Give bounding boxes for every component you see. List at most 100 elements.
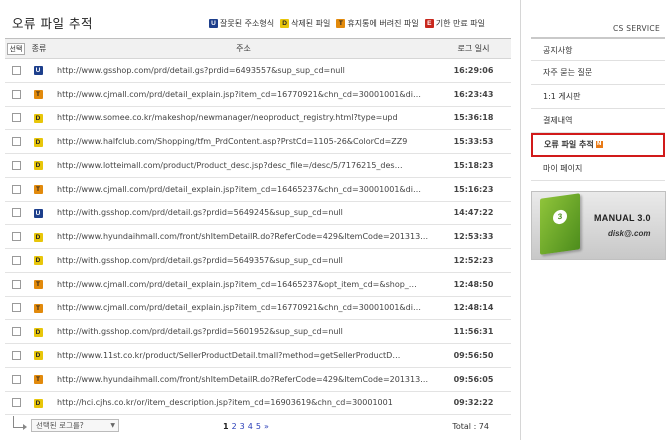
main-content: 오류 파일 추적 U 잘못된 주소형식 D 삭제된 파일 T 휴지통에 버려진 파일 … bbox=[0, 0, 520, 440]
page-link[interactable]: 5 bbox=[256, 422, 261, 431]
legend-item-invalid: U 잘못된 주소형식 bbox=[209, 18, 274, 29]
row-url[interactable]: http://www.hyundaihmall.com/front/shItem… bbox=[51, 224, 436, 249]
selected-log-action-select[interactable]: 선택된 로그를? ▼ bbox=[31, 419, 119, 432]
file-status-badge-icon: D bbox=[33, 256, 43, 266]
table-row[interactable]: Thttp://www.cjmall.com/prd/detail_explai… bbox=[5, 177, 511, 202]
row-url[interactable]: http://with.gsshop.com/prd/detail.gs?prd… bbox=[51, 201, 436, 226]
row-log-time: 15:36:18 bbox=[436, 106, 511, 131]
sidebar-item-label: 결제내역 bbox=[543, 116, 573, 125]
row-url[interactable]: http://with.gsshop.com/prd/detail.gs?prd… bbox=[51, 248, 436, 273]
file-status-badge-icon: D bbox=[33, 232, 43, 242]
row-checkbox[interactable] bbox=[11, 374, 21, 384]
row-select-cell bbox=[5, 319, 27, 344]
row-type-cell: D bbox=[27, 129, 51, 154]
table-body: Uhttp://www.gsshop.com/prd/detail.gs?prd… bbox=[5, 58, 511, 416]
sidebar-item-notice[interactable]: 공지사항 bbox=[531, 37, 665, 61]
table-footer: 선택된 로그를? ▼ 1 2 3 4 5» Total : 74 bbox=[5, 416, 511, 438]
file-status-badge-icon: T bbox=[33, 90, 43, 100]
table-row[interactable]: Uhttp://with.gsshop.com/prd/detail.gs?pr… bbox=[5, 201, 511, 226]
row-type-cell: T bbox=[27, 177, 51, 202]
page-title: 오류 파일 추적 bbox=[12, 16, 93, 31]
sidebar-title: CS SERVICE bbox=[612, 24, 660, 33]
row-type-cell: D bbox=[27, 248, 51, 273]
row-select-cell bbox=[5, 129, 27, 154]
table-row[interactable]: Dhttp://www.hyundaihmall.com/front/shIte… bbox=[5, 224, 511, 249]
table-row[interactable]: Thttp://www.cjmall.com/prd/detail_explai… bbox=[5, 82, 511, 107]
table-row[interactable]: Dhttp://www.lotteimall.com/product/Produ… bbox=[5, 153, 511, 178]
row-log-time: 09:56:05 bbox=[436, 367, 511, 392]
legend-item-expired: E 기한 만료 파일 bbox=[424, 18, 485, 29]
sidebar-item-qna-board[interactable]: 1:1 게시판 bbox=[531, 85, 665, 109]
deleted-file-badge-icon: D bbox=[280, 18, 290, 28]
row-url[interactable]: http://www.cjmall.com/prd/detail_explain… bbox=[51, 177, 436, 202]
file-status-badge-icon: U bbox=[33, 66, 43, 76]
row-log-time: 15:16:23 bbox=[436, 177, 511, 202]
row-checkbox[interactable] bbox=[11, 398, 21, 408]
row-checkbox[interactable] bbox=[11, 65, 21, 75]
row-log-time: 09:32:22 bbox=[436, 391, 511, 416]
page-link[interactable]: 2 bbox=[232, 422, 237, 431]
file-status-badge-icon: T bbox=[33, 375, 43, 385]
file-status-badge-icon: D bbox=[33, 113, 43, 123]
table-row[interactable]: Dhttp://hci.cjhs.co.kr/or/item_descripti… bbox=[5, 391, 511, 416]
row-url[interactable]: http://www.lotteimall.com/product/Produc… bbox=[51, 153, 436, 178]
row-checkbox[interactable] bbox=[11, 303, 21, 313]
row-checkbox[interactable] bbox=[11, 89, 21, 99]
row-checkbox[interactable] bbox=[11, 184, 21, 194]
row-url[interactable]: http://www.cjmall.com/prd/detail_explain… bbox=[51, 82, 436, 107]
row-url[interactable]: http://www.gsshop.com/prd/detail.gs?prdi… bbox=[51, 58, 436, 83]
row-type-cell: D bbox=[27, 153, 51, 178]
next-page-link[interactable]: » bbox=[264, 422, 269, 431]
sidebar-item-faq[interactable]: 자주 묻는 질문 bbox=[531, 61, 665, 85]
select-all-header[interactable]: 선택 bbox=[5, 38, 27, 59]
row-url[interactable]: http://www.11st.co.kr/product/SellerProd… bbox=[51, 343, 436, 368]
row-checkbox[interactable] bbox=[11, 113, 21, 123]
page-link[interactable]: 3 bbox=[240, 422, 245, 431]
table-row[interactable]: Thttp://www.cjmall.com/prd/detail_explai… bbox=[5, 296, 511, 321]
row-url[interactable]: http://www.somee.co.kr/makeshop/newmanag… bbox=[51, 106, 436, 131]
legend-label: 삭제된 파일 bbox=[291, 18, 331, 28]
row-checkbox[interactable] bbox=[11, 350, 21, 360]
row-checkbox[interactable] bbox=[11, 279, 21, 289]
row-checkbox[interactable] bbox=[11, 255, 21, 265]
row-url[interactable]: http://www.cjmall.com/prd/detail_explain… bbox=[51, 272, 436, 297]
row-select-cell bbox=[5, 248, 27, 273]
table-row[interactable]: Dhttp://www.halfclub.com/Shopping/tfm_Pr… bbox=[5, 129, 511, 154]
total-count: Total : 74 bbox=[452, 422, 489, 431]
sidebar-item-error-file-tracking[interactable]: 오류 파일 추적 N bbox=[531, 133, 665, 157]
row-url[interactable]: http://hci.cjhs.co.kr/or/item_descriptio… bbox=[51, 391, 436, 416]
table-row[interactable]: Dhttp://www.11st.co.kr/product/SellerPro… bbox=[5, 343, 511, 368]
table-row[interactable]: Dhttp://www.somee.co.kr/makeshop/newmana… bbox=[5, 106, 511, 131]
row-select-cell bbox=[5, 58, 27, 83]
table-row[interactable]: Uhttp://www.gsshop.com/prd/detail.gs?prd… bbox=[5, 58, 511, 83]
disk-brand-logo: disk@.com bbox=[608, 229, 651, 238]
invalid-address-badge-icon: U bbox=[209, 18, 218, 28]
page-link[interactable]: 4 bbox=[248, 422, 253, 431]
select-all-button[interactable]: 선택 bbox=[6, 42, 26, 55]
legend-label: 기한 만료 파일 bbox=[435, 18, 485, 28]
sidebar-item-payment-history[interactable]: 결제내역 bbox=[531, 109, 665, 133]
row-checkbox[interactable] bbox=[11, 160, 21, 170]
row-url[interactable]: http://www.hyundaihmall.com/front/shItem… bbox=[51, 367, 436, 392]
sidebar-item-my-page[interactable]: 마이 페이지 bbox=[531, 157, 665, 181]
page-link[interactable]: 1 bbox=[223, 422, 229, 431]
table-row[interactable]: Thttp://www.hyundaihmall.com/front/shIte… bbox=[5, 367, 511, 392]
row-url[interactable]: http://www.cjmall.com/prd/detail_explain… bbox=[51, 296, 436, 321]
row-checkbox[interactable] bbox=[11, 208, 21, 218]
manual-banner[interactable]: 3 MANUAL 3.0 disk@.com bbox=[531, 191, 666, 260]
row-checkbox[interactable] bbox=[11, 232, 21, 242]
row-log-time: 11:56:31 bbox=[436, 319, 511, 344]
legend-label: 휴지통에 버려진 파일 bbox=[347, 18, 419, 28]
table-row[interactable]: Dhttp://with.gsshop.com/prd/detail.gs?pr… bbox=[5, 248, 511, 273]
row-select-cell bbox=[5, 296, 27, 321]
row-checkbox[interactable] bbox=[11, 137, 21, 147]
row-checkbox[interactable] bbox=[11, 327, 21, 337]
row-select-cell bbox=[5, 153, 27, 178]
time-header: 로그 일시 bbox=[436, 38, 511, 59]
table-row[interactable]: Thttp://www.cjmall.com/prd/detail_explai… bbox=[5, 272, 511, 297]
row-url[interactable]: http://with.gsshop.com/prd/detail.gs?prd… bbox=[51, 319, 436, 344]
row-select-cell bbox=[5, 343, 27, 368]
row-url[interactable]: http://www.halfclub.com/Shopping/tfm_Prd… bbox=[51, 129, 436, 154]
cs-sidebar: CS SERVICE 공지사항 자주 묻는 질문 1:1 게시판 결제내역 오류… bbox=[520, 0, 670, 440]
table-row[interactable]: Dhttp://with.gsshop.com/prd/detail.gs?pr… bbox=[5, 319, 511, 344]
